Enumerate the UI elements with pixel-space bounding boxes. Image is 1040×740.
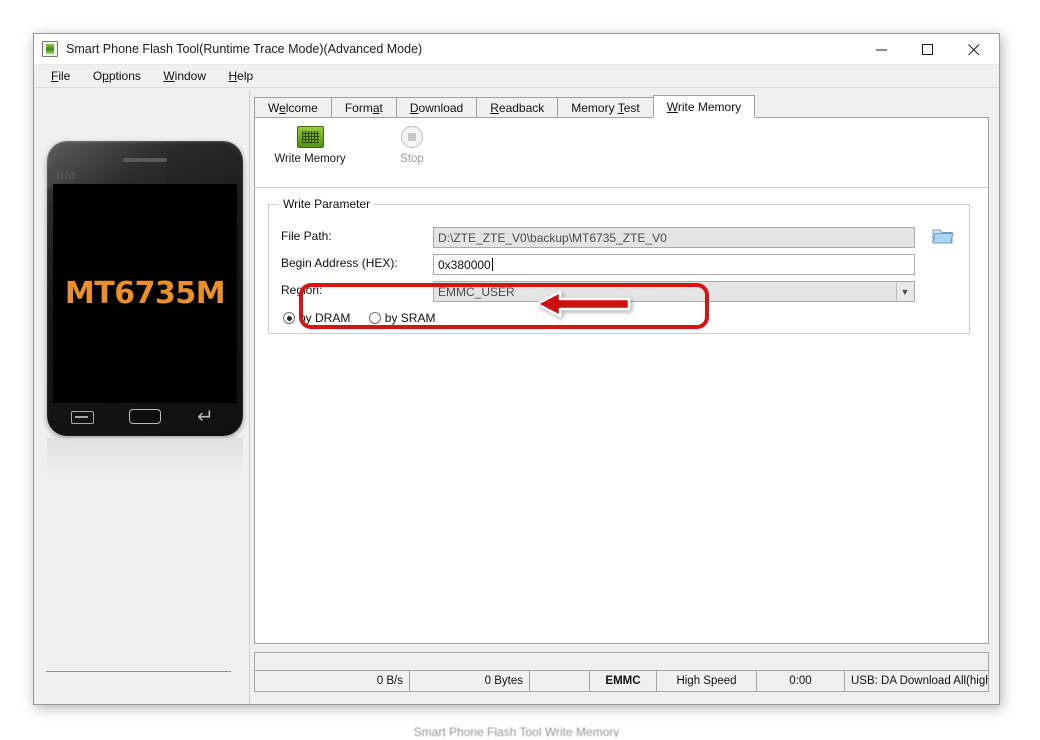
file-path-label: File Path: bbox=[281, 229, 332, 243]
tab-download[interactable]: Download bbox=[395, 97, 478, 118]
close-button[interactable] bbox=[953, 34, 999, 64]
status-connection: USB: DA Download All(high speed,auto det… bbox=[851, 675, 988, 687]
write-memory-tab-panel: Write Memory Stop Write Parameter File P… bbox=[254, 117, 989, 644]
menu-item-window[interactable]: Window bbox=[154, 65, 215, 88]
region-select[interactable]: EMMC_USER ▼ bbox=[433, 281, 915, 302]
phone-illustration: BM MT6735M ↵ bbox=[47, 141, 243, 436]
device-preview-panel: BM MT6735M ↵ bbox=[34, 89, 250, 704]
chevron-down-icon[interactable]: ▼ bbox=[896, 283, 913, 301]
region-label: Region: bbox=[281, 283, 323, 297]
write-parameter-group: Write Parameter File Path: D:\ZTE_ZTE_V0… bbox=[268, 197, 970, 334]
begin-address-row: Begin Address (HEX): 0x380000 bbox=[281, 254, 957, 275]
menu-item-help[interactable]: Help bbox=[219, 65, 262, 88]
tab-format[interactable]: Format bbox=[330, 97, 397, 118]
region-row: Region: EMMC_USER ▼ bbox=[281, 281, 957, 302]
title-bar: Smart Phone Flash Tool(Runtime Trace Mod… bbox=[34, 34, 999, 65]
phone-reflection bbox=[47, 438, 243, 482]
main-panel: Welcome Format Download Readback Memory … bbox=[250, 89, 999, 704]
minimize-icon bbox=[876, 49, 887, 51]
begin-address-value: 0x380000 bbox=[438, 258, 491, 272]
text-caret bbox=[491, 258, 493, 271]
status-elapsed: 0:00 bbox=[757, 671, 845, 691]
phone-speaker bbox=[123, 158, 167, 162]
menu-bar: File Opptions Window Help bbox=[34, 65, 999, 88]
status-bar: 0 B/s 0 Bytes EMMC High Speed 0:00 USB: … bbox=[254, 670, 989, 692]
folder-browse-icon[interactable] bbox=[931, 225, 957, 247]
tab-bar: Welcome Format Download Readback Memory … bbox=[254, 95, 989, 118]
write-memory-button[interactable]: Write Memory bbox=[262, 126, 358, 165]
window-title: Smart Phone Flash Tool(Runtime Trace Mod… bbox=[66, 42, 423, 56]
memory-chip-icon bbox=[296, 126, 324, 148]
phone-screen: MT6735M bbox=[53, 184, 237, 403]
watermark-text: BM bbox=[56, 168, 76, 182]
tab-write-memory[interactable]: Write Memory bbox=[652, 95, 756, 118]
tab-memory-test[interactable]: Memory Test bbox=[557, 97, 654, 118]
write-parameter-group-title: Write Parameter bbox=[279, 197, 375, 211]
file-path-input[interactable]: D:\ZTE_ZTE_V0\backup\MT6735_ZTE_V0 bbox=[433, 227, 915, 248]
menu-item-options[interactable]: Opptions bbox=[84, 65, 150, 88]
stop-button: Stop bbox=[364, 126, 460, 165]
status-speed: 0 B/s bbox=[255, 671, 410, 691]
radio-by-sram-label: by SRAM bbox=[384, 311, 436, 325]
radio-dram-indicator bbox=[283, 312, 295, 324]
file-path-row: File Path: D:\ZTE_ZTE_V0\backup\MT6735_Z… bbox=[281, 227, 957, 248]
status-usb-speed: High Speed bbox=[657, 671, 757, 691]
page-bottom-caption: Smart Phone Flash Tool Write Memory bbox=[413, 725, 620, 737]
action-toolbar: Write Memory Stop bbox=[255, 118, 988, 188]
window-body: BM MT6735M ↵ Welcome Format Download Rea… bbox=[34, 89, 999, 704]
status-area: 0 B/s 0 Bytes EMMC High Speed 0:00 USB: … bbox=[254, 652, 989, 694]
application-window: Smart Phone Flash Tool(Runtime Trace Mod… bbox=[33, 33, 1000, 705]
status-blank bbox=[530, 671, 590, 691]
minimize-button[interactable] bbox=[861, 34, 907, 64]
home-nav-button-icon bbox=[129, 409, 161, 424]
tab-readback[interactable]: Readback bbox=[476, 97, 559, 118]
tab-welcome[interactable]: Welcome bbox=[254, 97, 332, 118]
radio-by-sram[interactable]: by SRAM bbox=[368, 311, 436, 325]
radio-by-dram[interactable]: by DRAM bbox=[283, 311, 350, 325]
begin-address-label: Begin Address (HEX): bbox=[281, 256, 398, 270]
begin-address-input[interactable]: 0x380000 bbox=[433, 254, 915, 275]
stop-button-label: Stop bbox=[400, 153, 424, 165]
maximize-button[interactable] bbox=[907, 34, 953, 64]
menu-item-file[interactable]: File bbox=[42, 65, 79, 88]
region-selected-value: EMMC_USER bbox=[438, 285, 515, 299]
write-memory-button-label: Write Memory bbox=[274, 153, 346, 165]
back-nav-button-icon: ↵ bbox=[197, 404, 214, 428]
close-icon bbox=[968, 44, 980, 56]
chipset-label: MT6735M bbox=[64, 276, 226, 311]
radio-by-dram-label: by DRAM bbox=[299, 311, 351, 325]
progress-strip bbox=[254, 652, 989, 670]
stop-circle-icon bbox=[401, 126, 423, 148]
menu-nav-button-icon bbox=[71, 411, 94, 424]
status-bytes: 0 Bytes bbox=[410, 671, 530, 691]
radio-sram-indicator bbox=[368, 312, 381, 324]
panel-divider bbox=[46, 671, 231, 672]
maximize-icon bbox=[922, 44, 933, 55]
flash-tool-icon bbox=[42, 41, 58, 57]
status-storage: EMMC bbox=[590, 671, 657, 691]
memory-mode-radio-group: by DRAM by SRAM bbox=[283, 309, 449, 327]
